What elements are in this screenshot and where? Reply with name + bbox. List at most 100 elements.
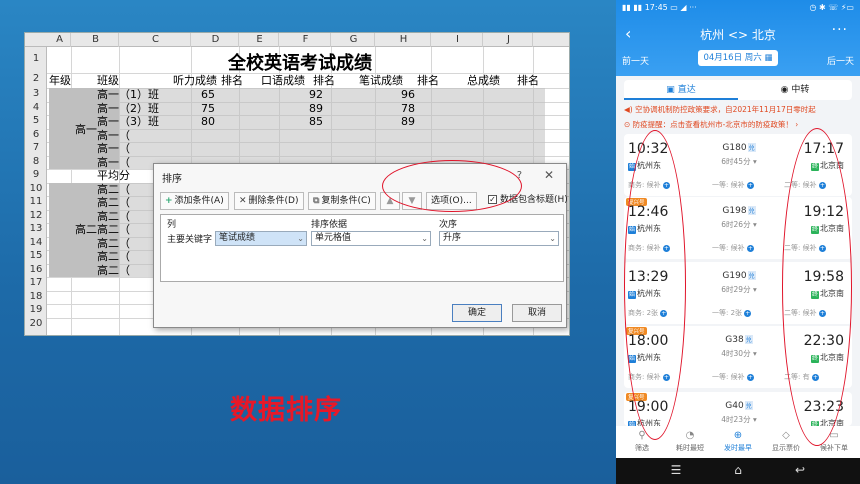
header-cell[interactable]: 年级 xyxy=(49,74,71,88)
class-cell[interactable]: 高一（ xyxy=(97,156,130,169)
column-header-b[interactable]: B xyxy=(73,33,119,47)
row-header-10[interactable]: 10 xyxy=(25,183,47,194)
duration[interactable]: 6时26分 ▾ xyxy=(708,219,770,230)
oral-score-cell[interactable]: 92 xyxy=(293,88,323,101)
add-condition-button[interactable]: + 添加条件(A) xyxy=(160,192,229,210)
class-cell[interactable]: 高一（ xyxy=(97,142,130,155)
listen-score-cell[interactable]: 65 xyxy=(185,88,215,101)
status-right: ◷ ✱ ☏ ⚡▭ xyxy=(809,3,855,12)
system-nav-bar: ☰ ⌂ ↩ xyxy=(616,458,860,484)
column-header-a[interactable]: A xyxy=(49,33,71,47)
notice-policy[interactable]: ◀) 空协调机制防控政策要求，自2021年11月17日零时起 xyxy=(624,103,856,117)
class-cell[interactable]: 高二（ xyxy=(97,237,130,250)
class-cell[interactable]: 高一（ xyxy=(97,129,130,142)
column-header-f[interactable]: F xyxy=(281,33,331,47)
train-number: G180 兑 xyxy=(714,143,764,153)
back-icon[interactable]: ↩ xyxy=(780,463,820,477)
seat-first[interactable]: 一等: 候补 + xyxy=(712,180,754,190)
seat-first[interactable]: 一等: 候补 + xyxy=(712,372,754,382)
row-header-7[interactable]: 7 xyxy=(25,142,47,153)
column-header-d[interactable]: D xyxy=(193,33,239,47)
tab-transfer[interactable]: ◉ 中转 xyxy=(738,80,852,100)
written-score-cell[interactable]: 89 xyxy=(385,115,415,128)
bottom-item-icon: ⊕ xyxy=(733,430,743,441)
row-header-5[interactable]: 5 xyxy=(25,115,47,126)
ok-button[interactable]: 确定 xyxy=(452,304,502,322)
header-cell[interactable]: 听力成绩 xyxy=(173,74,217,88)
row-header-16[interactable]: 16 xyxy=(25,264,47,275)
column-header-e[interactable]: E xyxy=(241,33,279,47)
row-header-8[interactable]: 8 xyxy=(25,156,47,167)
header-cell[interactable]: 班级 xyxy=(97,74,119,88)
header-cell[interactable]: 排名 xyxy=(221,74,243,88)
column-select[interactable]: 笔试成绩 ⌄ xyxy=(215,231,307,246)
class-cell[interactable]: 高二（ xyxy=(97,250,130,263)
row-header-19[interactable]: 19 xyxy=(25,304,47,315)
listen-score-cell[interactable]: 80 xyxy=(185,115,215,128)
row-header-17[interactable]: 17 xyxy=(25,277,47,288)
column-header-h[interactable]: H xyxy=(377,33,431,47)
column-header-g[interactable]: G xyxy=(333,33,375,47)
seat-first[interactable]: 一等: 候补 + xyxy=(712,243,754,253)
more-icon[interactable]: ··· xyxy=(832,22,848,38)
written-score-cell[interactable]: 96 xyxy=(385,88,415,101)
class-cell[interactable]: 高一（3）班 xyxy=(97,115,159,128)
row-header-12[interactable]: 12 xyxy=(25,210,47,221)
basis-select[interactable]: 单元格值 ⌄ xyxy=(311,231,431,246)
cancel-button[interactable]: 取消 xyxy=(512,304,562,322)
column-header-j[interactable]: J xyxy=(485,33,533,47)
row-header-9[interactable]: 9 xyxy=(25,169,47,180)
delete-condition-button[interactable]: ✕ 删除条件(D) xyxy=(234,192,304,210)
class-cell[interactable]: 高一（1）班 xyxy=(97,88,159,101)
row-header-11[interactable]: 11 xyxy=(25,196,47,207)
header-cell[interactable]: 口语成绩 xyxy=(261,74,305,88)
row-header-18[interactable]: 18 xyxy=(25,291,47,302)
duration[interactable]: 6时29分 ▾ xyxy=(708,284,770,295)
row-header-6[interactable]: 6 xyxy=(25,129,47,140)
seat-first[interactable]: 一等: 2张 + xyxy=(712,308,752,318)
bottom-item-1[interactable]: ◔ 耗时最短 xyxy=(666,430,714,453)
prev-day-button[interactable]: 前一天 xyxy=(622,54,649,67)
class-cell[interactable]: 高二（ xyxy=(97,210,130,223)
grade1-label: 高一 xyxy=(75,123,97,136)
row-header-1[interactable]: 1 xyxy=(25,53,47,64)
class-cell[interactable]: 高二（ xyxy=(97,264,130,277)
header-cell[interactable]: 笔试成绩 xyxy=(359,74,403,88)
oral-score-cell[interactable]: 85 xyxy=(293,115,323,128)
class-cell[interactable]: 平均分 xyxy=(97,169,130,182)
duration[interactable]: 6时45分 ▾ xyxy=(708,156,770,167)
close-button[interactable]: ✕ xyxy=(544,168,554,182)
menu-icon[interactable]: ☰ xyxy=(656,463,696,477)
header-cell[interactable]: 排名 xyxy=(517,74,539,88)
row-header-13[interactable]: 13 xyxy=(25,223,47,234)
row-header-15[interactable]: 15 xyxy=(25,250,47,261)
bottom-item-2[interactable]: ⊕ 发时最早 xyxy=(714,430,762,453)
date-picker[interactable]: 04月16日 周六 ▦ xyxy=(698,50,778,66)
listen-score-cell[interactable]: 75 xyxy=(185,102,215,115)
duration[interactable]: 4时23分 ▾ xyxy=(708,414,770,425)
row-header-2[interactable]: 2 xyxy=(25,73,47,84)
column-header-i[interactable]: I xyxy=(433,33,483,47)
row-header-4[interactable]: 4 xyxy=(25,102,47,113)
duration[interactable]: 4时30分 ▾ xyxy=(708,348,770,359)
tab-direct[interactable]: ▣ 直达 xyxy=(624,80,738,100)
class-cell[interactable]: 高一（2）班 xyxy=(97,102,159,115)
column-header-c[interactable]: C xyxy=(121,33,191,47)
order-select[interactable]: 升序 ⌄ xyxy=(439,231,559,246)
header-cell[interactable]: 排名 xyxy=(313,74,335,88)
written-score-cell[interactable]: 78 xyxy=(385,102,415,115)
next-day-button[interactable]: 后一天 xyxy=(827,54,854,67)
class-cell[interactable]: 高二（ xyxy=(97,223,130,236)
row-header-3[interactable]: 3 xyxy=(25,88,47,99)
highlight-oval-departures xyxy=(624,130,686,440)
home-icon[interactable]: ⌂ xyxy=(718,463,758,477)
row-header-14[interactable]: 14 xyxy=(25,237,47,248)
copy-condition-button[interactable]: ⧉ 复制条件(C) xyxy=(308,192,376,210)
header-cell[interactable]: 排名 xyxy=(417,74,439,88)
header-cell[interactable]: 总成绩 xyxy=(467,74,500,88)
train-number-value: G40 xyxy=(725,401,744,411)
row-header-20[interactable]: 20 xyxy=(25,318,47,329)
oral-score-cell[interactable]: 89 xyxy=(293,102,323,115)
class-cell[interactable]: 高二（ xyxy=(97,183,130,196)
class-cell[interactable]: 高二（ xyxy=(97,196,130,209)
